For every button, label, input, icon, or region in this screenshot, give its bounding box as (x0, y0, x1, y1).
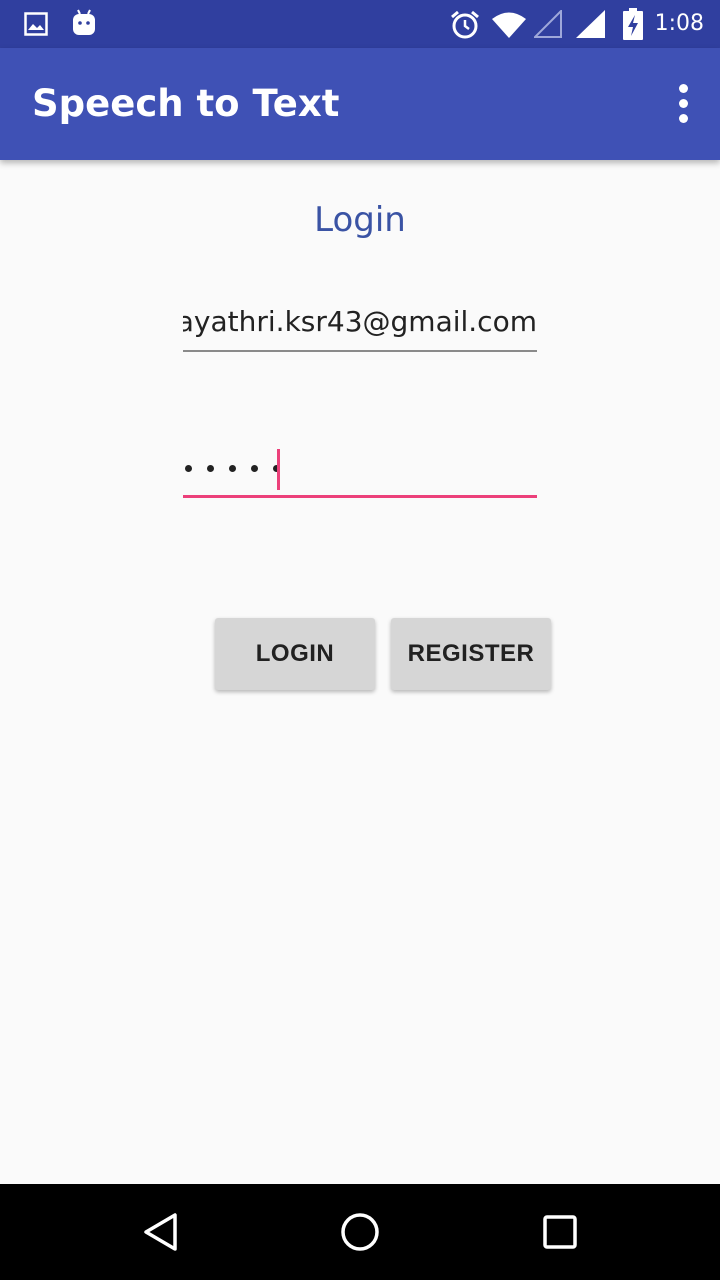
app-bar: Speech to Text (0, 48, 720, 160)
password-mask (185, 456, 280, 480)
status-bar: 1:08 (0, 0, 720, 48)
register-button[interactable]: REGISTER (391, 618, 551, 690)
cell-signal-empty-icon (534, 10, 562, 38)
app-title: Speech to Text (32, 82, 340, 125)
gallery-notification-icon (24, 12, 48, 36)
wifi-icon (492, 12, 526, 38)
cell-signal-icon (576, 10, 605, 38)
alarm-icon (451, 10, 479, 39)
more-vert-icon[interactable] (670, 80, 698, 128)
password-dot (229, 464, 236, 472)
password-field[interactable] (183, 440, 537, 498)
battery-charging-icon (623, 8, 643, 40)
password-dot (185, 464, 192, 472)
android-notification-icon (73, 9, 95, 35)
login-button[interactable]: LOGIN (215, 618, 375, 690)
email-field[interactable]: gayathri.ksr43@gmail.com (183, 296, 537, 352)
password-dot (207, 464, 214, 472)
home-icon[interactable] (328, 1200, 392, 1264)
email-input-value: gayathri.ksr43@gmail.com (183, 305, 537, 338)
back-icon[interactable] (128, 1200, 192, 1264)
password-dot (251, 464, 258, 472)
recents-icon[interactable] (528, 1200, 592, 1264)
text-cursor (277, 449, 280, 490)
login-heading: Login (314, 200, 406, 240)
status-time: 1:08 (654, 11, 704, 36)
navigation-bar (0, 1184, 720, 1280)
